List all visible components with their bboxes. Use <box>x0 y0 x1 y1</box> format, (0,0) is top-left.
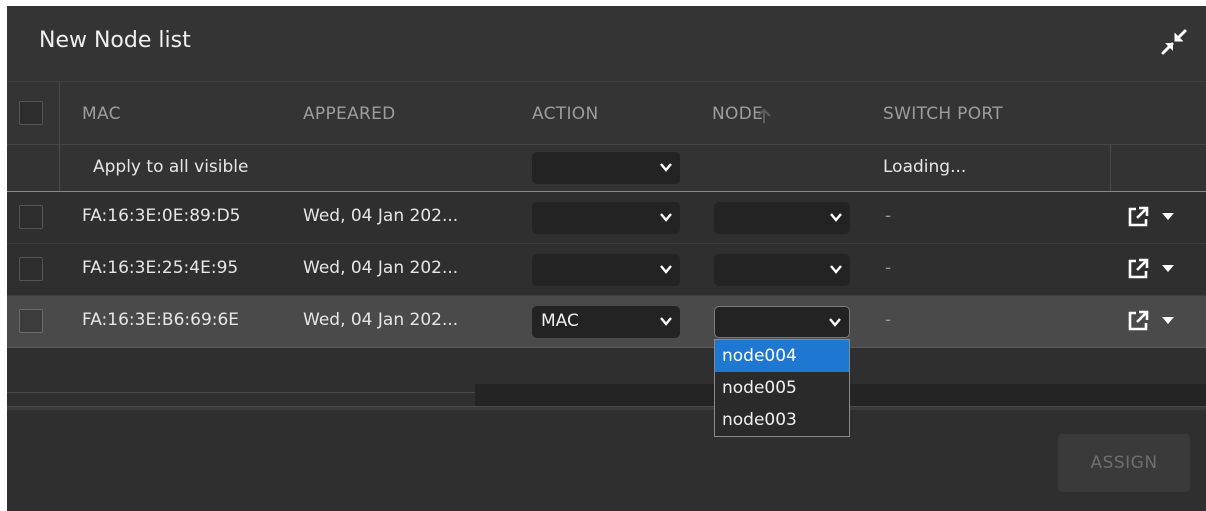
node-option[interactable]: node003 <box>715 404 849 436</box>
column-header-appeared[interactable]: APPEARED <box>303 104 396 124</box>
title-bar: New Node list <box>7 6 1206 82</box>
appeared-cell: Wed, 04 Jan 202... <box>303 258 459 278</box>
action-select[interactable]: MAC <box>532 306 680 338</box>
switch-port-cell: - <box>885 258 892 278</box>
row-checkbox[interactable] <box>19 205 43 229</box>
column-header-switch-port[interactable]: SWITCH PORT <box>883 104 1003 124</box>
node-select[interactable] <box>714 306 850 338</box>
select-all-checkbox[interactable] <box>19 101 43 125</box>
table-row[interactable]: FA:16:3E:B6:69:6E Wed, 04 Jan 202... MAC… <box>7 296 1206 348</box>
open-external-icon[interactable] <box>1127 258 1149 280</box>
switch-port-cell: - <box>885 206 892 226</box>
new-node-list-panel: New Node list MAC APPEARED ACTION NODE S… <box>7 6 1206 511</box>
chevron-down-icon <box>660 317 672 326</box>
chevron-down-icon <box>830 265 842 274</box>
open-external-icon[interactable] <box>1127 206 1149 228</box>
sort-ascending-icon <box>757 108 771 123</box>
node-dropdown-list: node004 node005 node003 <box>714 339 850 437</box>
mac-cell: FA:16:3E:0E:89:D5 <box>82 206 241 226</box>
row-checkbox[interactable] <box>19 309 43 333</box>
chevron-down-icon <box>660 265 672 274</box>
table-row[interactable]: FA:16:3E:0E:89:D5 Wed, 04 Jan 202... - <box>7 192 1206 244</box>
action-select[interactable] <box>532 254 680 286</box>
caret-down-icon[interactable] <box>1162 265 1174 273</box>
open-external-icon[interactable] <box>1127 310 1149 332</box>
column-header-node[interactable]: NODE <box>712 104 763 124</box>
row-actions <box>1127 256 1197 284</box>
collapse-arrows-icon <box>1161 29 1187 55</box>
row-checkbox[interactable] <box>19 257 43 281</box>
row-actions <box>1127 204 1197 232</box>
select-value: MAC <box>541 311 579 331</box>
apply-all-action-select[interactable] <box>532 152 680 184</box>
column-divider <box>59 82 60 144</box>
node-select[interactable] <box>714 202 850 234</box>
row-actions <box>1127 308 1197 336</box>
column-divider <box>1110 145 1111 191</box>
switch-port-cell: - <box>885 310 892 330</box>
chevron-down-icon <box>829 318 841 327</box>
mac-cell: FA:16:3E:25:4E:95 <box>82 258 239 278</box>
apply-all-row: Apply to all visible Loading... <box>7 145 1206 192</box>
appeared-cell: Wed, 04 Jan 202... <box>303 206 459 226</box>
table-row[interactable]: FA:16:3E:25:4E:95 Wed, 04 Jan 202... - <box>7 244 1206 296</box>
collapse-button[interactable] <box>1156 24 1192 60</box>
apply-all-switch-port-status: Loading... <box>883 157 967 177</box>
panel-title: New Node list <box>39 28 191 53</box>
column-header-mac[interactable]: MAC <box>82 104 121 124</box>
apply-all-label: Apply to all visible <box>93 157 249 177</box>
scroll-divider <box>7 392 475 393</box>
table-scroll-area <box>7 348 1206 408</box>
chevron-down-icon <box>660 213 672 222</box>
chevron-down-icon <box>830 213 842 222</box>
column-header-action[interactable]: ACTION <box>532 104 599 124</box>
footer-divider <box>7 406 1206 410</box>
node-option[interactable]: node004 <box>715 340 849 372</box>
chevron-down-icon <box>660 163 672 172</box>
table-header: MAC APPEARED ACTION NODE SWITCH PORT <box>7 82 1206 145</box>
column-divider <box>59 145 60 191</box>
caret-down-icon[interactable] <box>1162 317 1174 325</box>
appeared-cell: Wed, 04 Jan 202... <box>303 310 459 330</box>
action-select[interactable] <box>532 202 680 234</box>
node-option[interactable]: node005 <box>715 372 849 404</box>
caret-down-icon[interactable] <box>1162 213 1174 221</box>
assign-button[interactable]: ASSIGN <box>1058 434 1190 492</box>
mac-cell: FA:16:3E:B6:69:6E <box>82 310 240 330</box>
node-select[interactable] <box>714 254 850 286</box>
